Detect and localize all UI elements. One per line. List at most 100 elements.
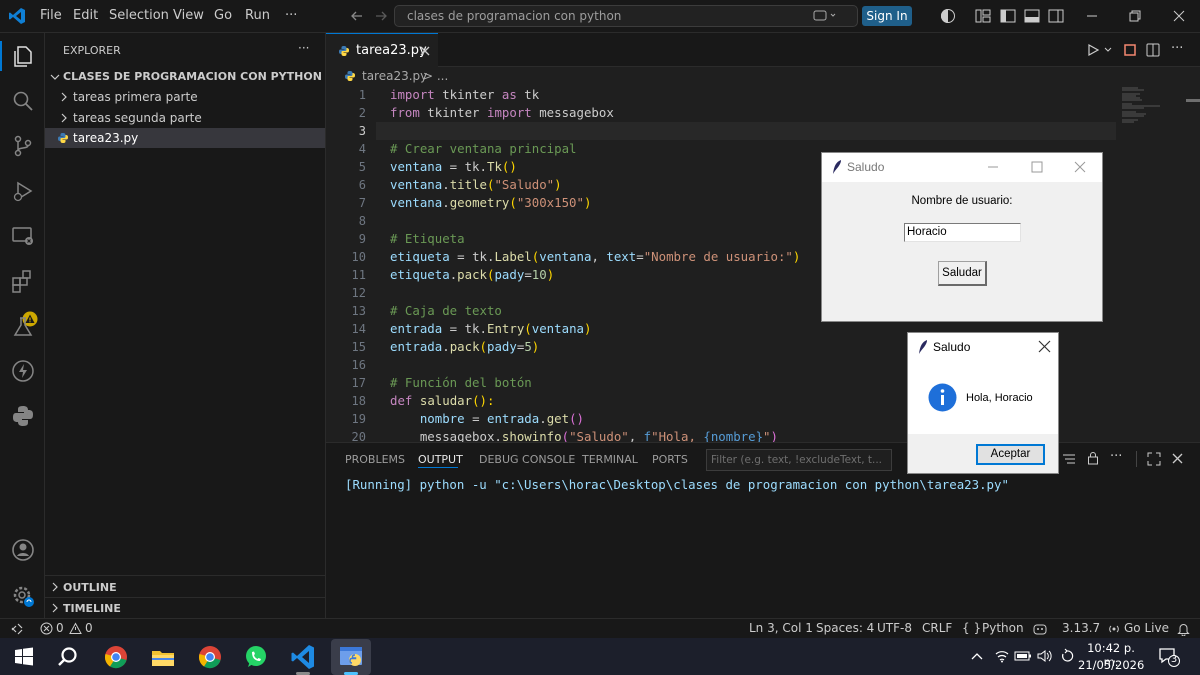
command-center-search[interactable]: clases de programacion con python [394, 5, 858, 27]
folder-tareas-segunda[interactable]: tareas segunda parte [73, 111, 202, 125]
run-options-chevron-icon[interactable] [1103, 45, 1113, 55]
restore-icon[interactable] [1128, 9, 1142, 23]
copilot-status-icon[interactable] [1032, 622, 1048, 636]
toggle-panel-icon[interactable] [1024, 9, 1040, 23]
broadcast-icon[interactable] [1107, 622, 1121, 636]
testing-flask-icon[interactable] [10, 314, 36, 340]
windows-start-icon[interactable] [10, 643, 38, 671]
run-python-file-icon[interactable] [1086, 43, 1100, 57]
clock-date[interactable]: 21/05/2026 [1078, 658, 1144, 672]
battery-icon[interactable] [1014, 650, 1032, 662]
encoding[interactable]: UTF-8 [877, 621, 912, 635]
thunder-client-icon[interactable] [10, 358, 36, 384]
output-filter-input[interactable]: Filter (e.g. text, !excludeText, t... [706, 449, 892, 471]
braces-icon[interactable]: { } [962, 621, 981, 635]
list-filter-icon[interactable] [1062, 453, 1076, 465]
close-panel-icon[interactable] [1171, 452, 1184, 465]
go-live-button[interactable]: Go Live [1124, 621, 1169, 635]
tab-output[interactable]: OUTPUT [418, 453, 463, 466]
explorer-icon[interactable] [10, 43, 36, 69]
timeline-section[interactable]: TIMELINE [63, 602, 121, 615]
taskbar-search-icon[interactable] [54, 643, 82, 671]
chevron-right-icon[interactable] [49, 581, 61, 593]
outline-section[interactable]: OUTLINE [63, 581, 117, 594]
source-control-icon[interactable] [10, 133, 36, 159]
account-icon[interactable] [10, 537, 36, 563]
minimize-icon[interactable] [1085, 9, 1099, 23]
editor-more-icon[interactable]: ··· [1171, 41, 1183, 56]
extensions-icon[interactable] [10, 269, 36, 295]
menu-edit[interactable]: Edit [73, 8, 98, 23]
lock-icon[interactable] [1086, 451, 1100, 465]
aceptar-button[interactable]: Aceptar [976, 444, 1045, 465]
minimap[interactable] [1120, 87, 1180, 127]
sync-icon[interactable] [1060, 648, 1074, 664]
close-tab-icon[interactable] [419, 45, 431, 57]
breadcrumb-symbols[interactable]: > ... [423, 69, 448, 83]
maximize-panel-icon[interactable] [1147, 452, 1161, 466]
tk-maximize-icon[interactable] [1031, 161, 1043, 173]
forward-arrow-icon[interactable] [374, 9, 388, 23]
folder-tareas-primera[interactable]: tareas primera parte [73, 90, 198, 104]
close-window-icon[interactable] [1172, 9, 1186, 23]
file-item-tarea23[interactable]: tarea23.py [45, 128, 325, 148]
stop-icon[interactable] [1123, 43, 1137, 57]
error-icon[interactable] [40, 622, 53, 635]
tk-window-titlebar[interactable]: Saludo [822, 153, 1102, 182]
chevron-right-icon[interactable] [49, 602, 61, 614]
remote-indicator-icon[interactable] [10, 622, 24, 636]
cursor-position[interactable]: Ln 3, Col 1 [749, 621, 813, 635]
tab-debug-console[interactable]: DEBUG CONSOLE [479, 453, 575, 466]
warning-icon[interactable] [69, 622, 82, 635]
workspace-folder-title[interactable]: CLASES DE PROGRAMACION CON PYTHON [63, 70, 322, 83]
tk-minimize-icon[interactable] [987, 161, 999, 173]
copilot-icon[interactable] [813, 9, 837, 23]
menu-file[interactable]: File [40, 8, 62, 23]
back-arrow-icon[interactable] [350, 9, 364, 23]
messagebox-close-icon[interactable] [1038, 340, 1051, 353]
run-debug-icon[interactable] [10, 178, 36, 204]
menu-more[interactable]: ··· [285, 8, 297, 23]
chevron-right-icon[interactable] [59, 112, 69, 124]
wifi-icon[interactable] [994, 649, 1010, 663]
menu-run[interactable]: Run [245, 8, 270, 23]
volume-icon[interactable] [1036, 649, 1052, 663]
python-icon[interactable] [10, 403, 36, 429]
chevron-right-icon[interactable] [59, 91, 69, 103]
python-interpreter[interactable]: 3.13.7 [1062, 621, 1100, 635]
python-tk-taskbar-icon[interactable] [337, 643, 365, 671]
tab-ports[interactable]: PORTS [652, 453, 688, 466]
tk-close-icon[interactable] [1074, 161, 1086, 173]
panel-more-icon[interactable]: ··· [1110, 449, 1122, 464]
tk-saludar-button[interactable]: Saludar [938, 261, 987, 286]
end-of-line[interactable]: CRLF [922, 621, 952, 635]
tab-problems[interactable]: PROBLEMS [345, 453, 405, 466]
chrome-profile-icon[interactable] [196, 643, 224, 671]
language-mode[interactable]: Python [982, 621, 1024, 635]
warning-count[interactable]: 0 [85, 621, 93, 635]
sign-in-button[interactable]: Sign In [862, 6, 912, 26]
menu-selection[interactable]: Selection [109, 8, 169, 23]
split-editor-icon[interactable] [1146, 43, 1160, 57]
customize-layout-icon[interactable] [975, 9, 991, 23]
accounts-shield-icon[interactable] [940, 8, 956, 24]
indentation[interactable]: Spaces: 4 [816, 621, 874, 635]
vscode-taskbar-icon[interactable] [289, 643, 317, 671]
tab-tarea23[interactable]: tarea23.py [326, 33, 438, 67]
tab-terminal[interactable]: TERMINAL [582, 453, 638, 466]
error-count[interactable]: 0 [56, 621, 64, 635]
tray-chevron-up-icon[interactable] [970, 650, 984, 662]
notifications-bell-icon[interactable] [1177, 622, 1190, 636]
menu-view[interactable]: View [173, 8, 204, 23]
tk-entry-username[interactable]: Horacio [904, 223, 1021, 242]
menu-go[interactable]: Go [214, 8, 232, 23]
breadcrumb-file[interactable]: tarea23.py [362, 69, 427, 83]
explorer-more-button[interactable]: ··· [298, 41, 309, 55]
chrome-icon[interactable] [102, 643, 130, 671]
toggle-secondary-sidebar-icon[interactable] [1048, 9, 1064, 23]
toggle-sidebar-icon[interactable] [1000, 9, 1016, 23]
remote-explorer-icon[interactable] [10, 223, 36, 249]
whatsapp-icon[interactable] [242, 643, 270, 671]
file-explorer-icon[interactable] [149, 643, 177, 671]
chevron-down-icon[interactable] [49, 71, 61, 83]
